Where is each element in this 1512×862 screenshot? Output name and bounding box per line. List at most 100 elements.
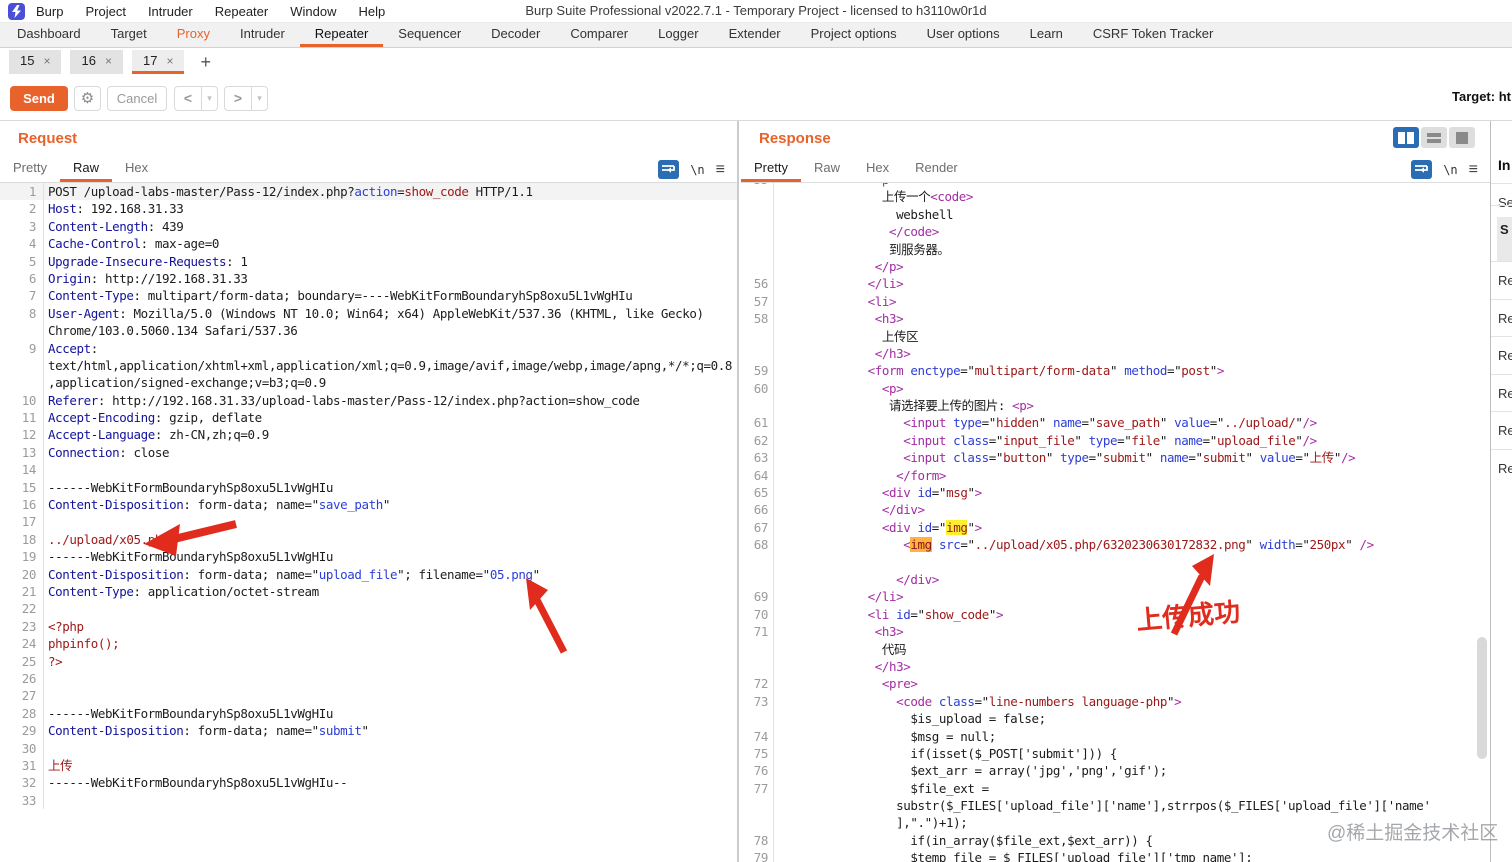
layout-single-icon[interactable] [1449, 127, 1475, 148]
close-tab-icon[interactable]: × [166, 54, 173, 68]
code-line-text: Origin: http://192.168.31.33 [48, 270, 248, 286]
code-line-text: 上传区 [881, 328, 919, 344]
menu-item-window[interactable]: Window [290, 4, 336, 19]
gear-icon[interactable]: ⚙ [74, 86, 101, 111]
menu-item-repeater[interactable]: Repeater [215, 4, 268, 19]
message-editor-area: Request Pretty Raw Hex \n ≡ 1 POST /upload-… [0, 121, 1512, 862]
line-number: 2 [0, 200, 44, 218]
response-panel: Response PrettyRawHexRender \n ≡ 55 <p> … [741, 121, 1490, 862]
tab-dashboard[interactable]: Dashboard [2, 23, 96, 47]
tab-decoder[interactable]: Decoder [476, 23, 555, 47]
previous-request-button[interactable]: < ▾ [174, 86, 218, 111]
response-tab-render[interactable]: Render [902, 155, 971, 182]
response-tab-pretty[interactable]: Pretty [741, 155, 801, 182]
cancel-button[interactable]: Cancel [107, 86, 167, 111]
code-row: 20 Content-Disposition: form-data; name="… [0, 565, 737, 583]
inspector-section-clipped[interactable]: Re [1498, 461, 1512, 476]
line-number: 27 [0, 687, 44, 705]
line-number: 30 [0, 739, 44, 757]
menu-item-project[interactable]: Project [85, 4, 125, 19]
tab-user-options[interactable]: User options [912, 23, 1015, 47]
close-tab-icon[interactable]: × [43, 54, 50, 68]
close-tab-icon[interactable]: × [105, 54, 112, 68]
code-line-text: $file_ext = [910, 780, 989, 796]
line-number: 8 [0, 304, 44, 323]
layout-rows-icon[interactable] [1421, 127, 1447, 148]
code-line-text: Referer: http://192.168.31.33/upload-lab… [48, 392, 640, 408]
tab-proxy[interactable]: Proxy [162, 23, 225, 47]
tab-target[interactable]: Target [96, 23, 162, 47]
back-dropdown-icon[interactable]: ▾ [201, 87, 217, 110]
repeater-tab-15[interactable]: 15 × [9, 50, 62, 74]
code-row: 8 User-Agent: Mozilla/5.0 (Windows NT 10.… [0, 304, 737, 323]
word-wrap-toggle-icon[interactable] [1411, 160, 1433, 179]
next-request-button[interactable]: > ▾ [224, 86, 268, 111]
response-tab-hex[interactable]: Hex [853, 155, 902, 182]
response-tab-raw[interactable]: Raw [801, 155, 853, 182]
code-line-text: <h3> [874, 624, 904, 640]
code-line-text: $temp_file = $_FILES['upload_file']['tmp… [910, 850, 1253, 862]
line-number [741, 397, 774, 415]
inspector-section-clipped[interactable]: Re [1498, 273, 1512, 288]
code-row: 71 <h3> [741, 623, 1490, 641]
line-number: 16 [0, 496, 44, 514]
word-wrap-toggle-icon[interactable] [658, 160, 680, 179]
tab-repeater[interactable]: Repeater [299, 23, 384, 47]
tab-learn[interactable]: Learn [1015, 23, 1078, 47]
back-arrow-glyph[interactable]: < [175, 87, 201, 110]
inspector-panel-collapsed[interactable]: In Se S Re Re Re Re Re Re [1490, 121, 1512, 862]
menu-item-burp[interactable]: Burp [36, 4, 63, 19]
code-row: 65 <div id="msg"> [741, 484, 1490, 502]
response-view-tabs: Pretty Raw Hex Render [741, 155, 1490, 183]
code-line-text: if(isset($_POST['submit'])) { [910, 745, 1118, 761]
code-line-text: </li> [867, 589, 904, 605]
code-row: 30 [0, 739, 737, 757]
inspector-section-clipped[interactable]: Re [1498, 386, 1512, 401]
repeater-tab-16[interactable]: 16 × [70, 50, 123, 74]
request-editor[interactable]: 1 POST /upload-labs-master/Pass-12/index.… [0, 183, 737, 862]
forward-arrow-glyph[interactable]: > [225, 87, 251, 110]
request-tab-hex[interactable]: Hex [112, 155, 161, 182]
inspector-section-clipped[interactable]: Re [1498, 311, 1512, 326]
code-row: 7 Content-Type: multipart/form-data; boun… [0, 287, 737, 305]
tab-csrf-token-tracker[interactable]: CSRF Token Tracker [1078, 23, 1228, 47]
code-line-text: </h3> [874, 658, 911, 674]
show-newlines-toggle[interactable]: \n [1443, 163, 1457, 177]
tab-comparer[interactable]: Comparer [555, 23, 643, 47]
code-row: 11 Accept-Encoding: gzip, deflate [0, 409, 737, 427]
code-row: 75 if(isset($_POST['submit'])) { [741, 744, 1490, 763]
inspector-section-clipped[interactable]: Se [1498, 195, 1512, 210]
code-line-text: Content-Disposition: form-data; name="up… [48, 566, 540, 582]
send-button[interactable]: Send [10, 86, 68, 111]
inspector-clipped-button[interactable]: S [1497, 217, 1512, 261]
request-tab-raw[interactable]: Raw [59, 155, 112, 182]
layout-columns-icon[interactable] [1393, 127, 1419, 148]
code-line-text: ------WebKitFormBoundaryhSp8oxu5L1vWgHIu [48, 705, 334, 721]
tab-project-options[interactable]: Project options [796, 23, 912, 47]
response-menu-icon[interactable]: ≡ [1469, 161, 1478, 179]
response-viewer[interactable]: 55 <p> 上传一个<code> webshell </code> 到服务器。… [741, 183, 1490, 862]
tab-logger[interactable]: Logger [643, 23, 713, 47]
line-number: 15 [0, 478, 44, 497]
code-row: ,application/signed-exchange;v=b3;q=0.9 [0, 374, 737, 392]
response-scrollbar-thumb[interactable] [1477, 637, 1487, 759]
line-number: 33 [0, 791, 44, 810]
inspector-title-clipped: In [1498, 157, 1511, 173]
tab-extender[interactable]: Extender [714, 23, 796, 47]
code-line-text: substr($_FILES['upload_file']['name'],st… [896, 798, 1431, 814]
add-tab-button[interactable]: + [200, 52, 211, 72]
menu-item-intruder[interactable]: Intruder [148, 4, 193, 19]
forward-dropdown-icon[interactable]: ▾ [251, 87, 267, 110]
code-line-text: $ext_arr = array('jpg','png','gif'); [910, 763, 1167, 779]
repeater-tab-17[interactable]: 17 × [131, 50, 185, 74]
code-line-text: Cache-Control: max-age=0 [48, 236, 220, 252]
tab-intruder[interactable]: Intruder [225, 23, 300, 47]
inspector-section-clipped[interactable]: Re [1498, 423, 1512, 438]
tab-sequencer[interactable]: Sequencer [383, 23, 476, 47]
request-tab-pretty[interactable]: Pretty [0, 155, 60, 182]
menu-item-help[interactable]: Help [358, 4, 385, 19]
inspector-section-clipped[interactable]: Re [1498, 348, 1512, 363]
request-menu-icon[interactable]: ≡ [716, 161, 725, 179]
show-newlines-toggle[interactable]: \n [690, 163, 704, 177]
code-line-text: </li> [867, 276, 904, 292]
